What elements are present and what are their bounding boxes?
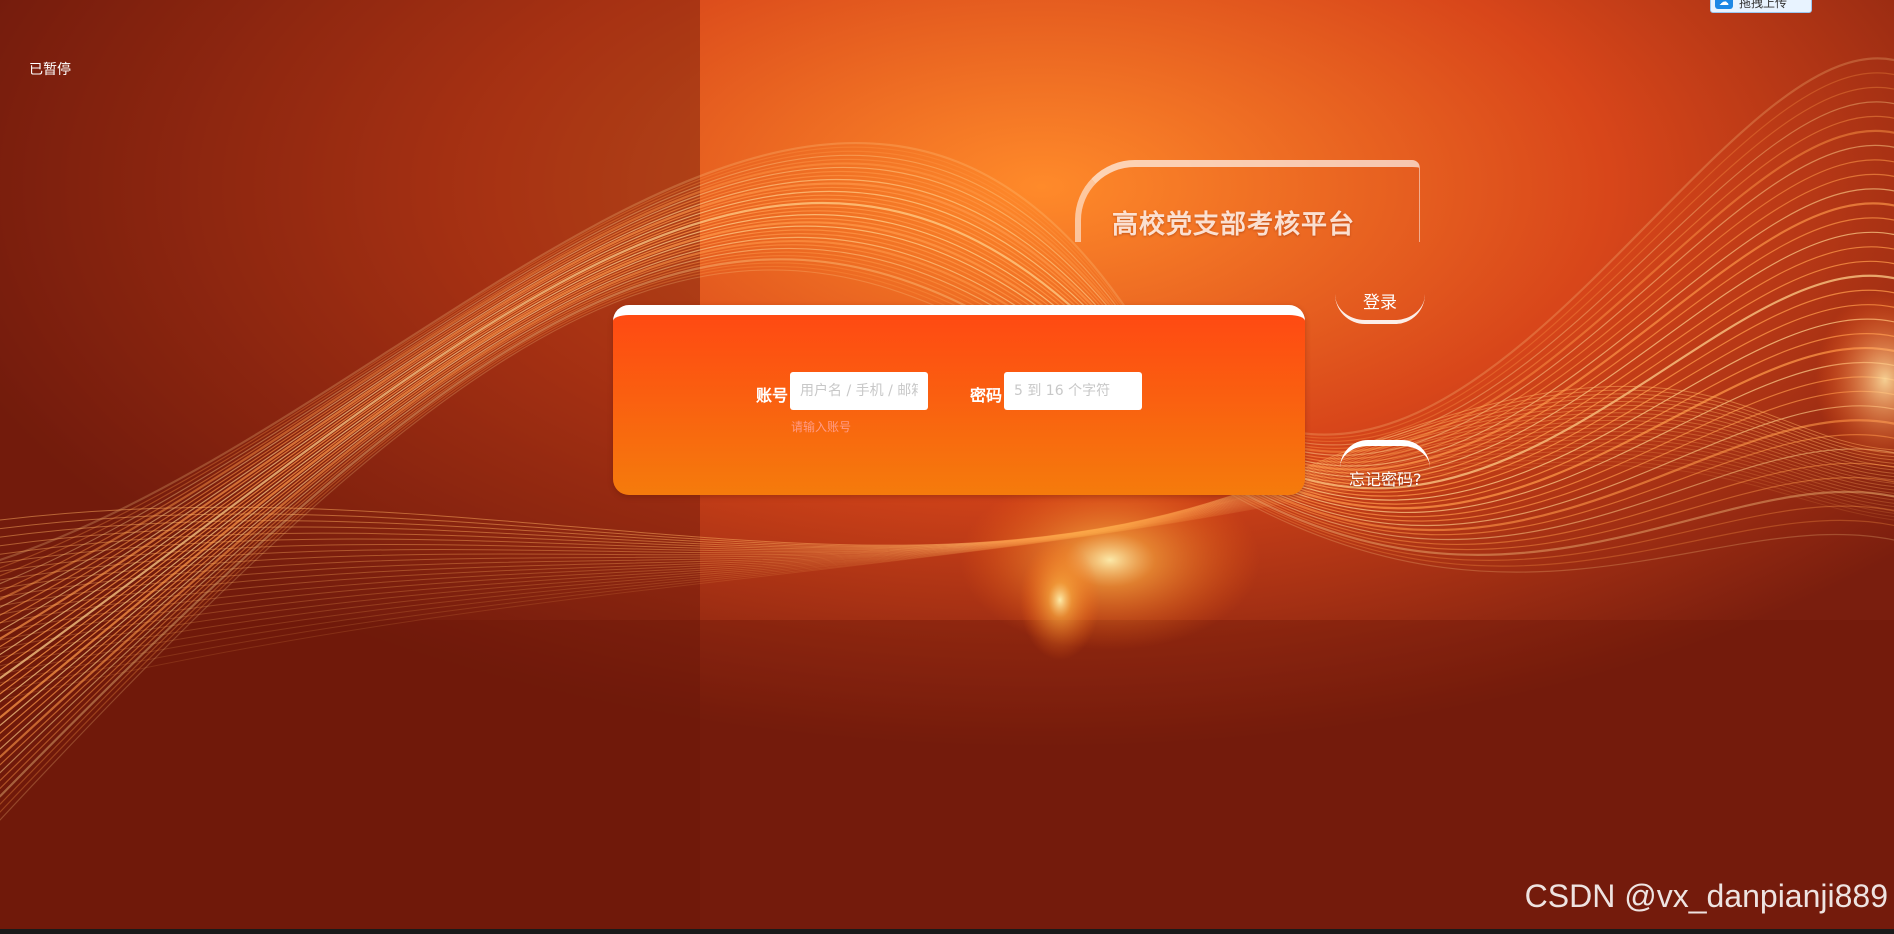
cloud-icon: ☁: [1715, 0, 1733, 9]
login-form-panel: 账号 请输入账号 密码: [613, 305, 1305, 495]
account-input[interactable]: [790, 372, 928, 410]
paused-status-label: 已暂停: [29, 62, 71, 78]
account-error-message: 请输入账号: [791, 420, 852, 434]
password-input[interactable]: [1004, 372, 1142, 410]
login-button[interactable]: 登录: [1335, 280, 1425, 324]
drag-upload-label: 拖拽上传: [1739, 0, 1788, 10]
bottom-edge-bar: [0, 929, 1894, 934]
forgot-password-link[interactable]: 忘记密码?: [1349, 466, 1422, 490]
csdn-watermark: CSDN @vx_danpianji889: [1524, 878, 1888, 914]
account-label: 账号: [756, 386, 789, 405]
forgot-password-arc: [1340, 440, 1430, 468]
drag-upload-badge[interactable]: ☁ 拖拽上传: [1710, 0, 1812, 13]
page-title: 高校党支部考核平台: [1112, 210, 1356, 240]
password-label: 密码: [970, 386, 1003, 405]
